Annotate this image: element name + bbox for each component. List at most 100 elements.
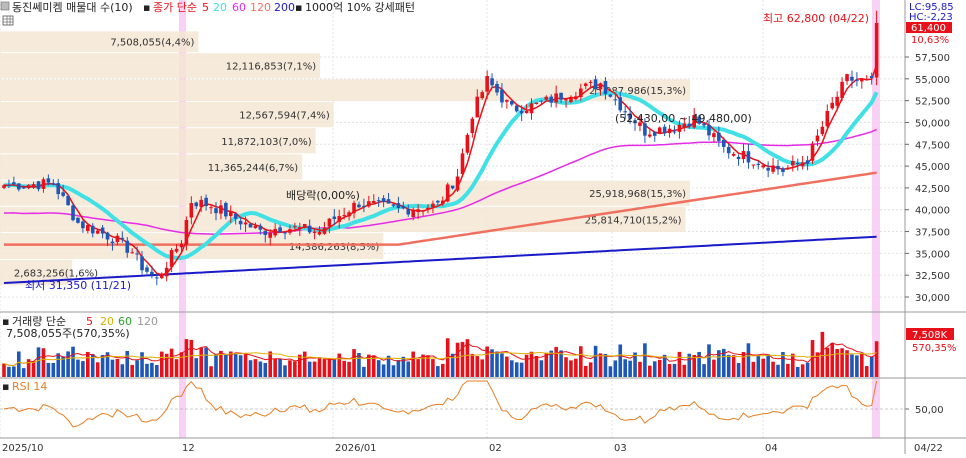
- candle-body: [327, 218, 332, 227]
- candle-body: [657, 127, 662, 134]
- volume-bar: [830, 342, 835, 377]
- volume-bar: [440, 363, 445, 377]
- candle-body: [460, 153, 465, 174]
- candle-body: [751, 164, 756, 166]
- volume-bar: [41, 348, 46, 377]
- last-price: 61,400: [911, 23, 946, 34]
- candle-body: [524, 110, 529, 114]
- volume-bar: [150, 362, 154, 377]
- x-tick-label: 04/22: [914, 443, 943, 454]
- volume-bar: [726, 354, 731, 377]
- volume-bar: [298, 354, 302, 377]
- rsi-legend: ▪ RSI 14: [2, 380, 47, 393]
- volume-bar: [638, 361, 642, 377]
- candle-body: [795, 162, 800, 164]
- rsi-label: RSI 14: [12, 380, 47, 393]
- volume-bar: [791, 353, 795, 377]
- volume-bar: [71, 346, 75, 377]
- volume-bar: [189, 339, 194, 377]
- volume-bar: [702, 364, 706, 377]
- stock-chart: 7,508,055(4,4%)12,116,853(7,1%)25,987,98…: [0, 0, 966, 454]
- volume-bar: [583, 365, 588, 377]
- volume-bar: [667, 364, 672, 377]
- volume-bar: [95, 362, 100, 377]
- candle-body: [603, 81, 608, 95]
- y-tick-label: 40,000: [915, 206, 950, 217]
- candle-body: [800, 162, 805, 167]
- volume-bar: [855, 355, 859, 377]
- candle-body: [470, 118, 475, 134]
- volume-profile-label: 7,508,055(4,4%): [110, 38, 194, 49]
- candle-body: [46, 178, 51, 183]
- candle-body: [544, 96, 549, 100]
- volume-bar: [110, 359, 115, 377]
- volume-bar: [756, 354, 761, 377]
- candle-body: [61, 192, 65, 196]
- volume-bar: [554, 347, 558, 377]
- candle-body: [514, 105, 519, 112]
- volume-bar: [248, 360, 253, 377]
- candle-body: [864, 78, 869, 81]
- candle-body: [869, 76, 874, 79]
- candle-body: [731, 153, 736, 156]
- volume-bar: [495, 351, 499, 377]
- candle-body: [559, 92, 563, 100]
- volume-bar: [31, 361, 36, 377]
- candle-body: [125, 240, 130, 253]
- last-volume: 7,508K: [912, 330, 948, 341]
- candle-body: [505, 100, 509, 102]
- candle-body: [776, 165, 780, 170]
- pattern-label: 1000억 10% 강세패턴: [305, 1, 415, 14]
- candle-body: [21, 187, 26, 189]
- candle-body: [835, 96, 839, 106]
- volume-bar: [273, 358, 277, 377]
- candle-body: [761, 165, 766, 168]
- settings-icon[interactable]: [0, 1, 10, 11]
- volume-bar: [657, 359, 662, 377]
- candle-body: [337, 216, 342, 222]
- grid-toggle-icon[interactable]: [2, 15, 14, 26]
- candle-body: [509, 101, 514, 105]
- candle-body: [219, 205, 223, 214]
- volume-bar: [707, 344, 711, 377]
- candle-body: [16, 183, 21, 190]
- candle-body: [298, 227, 302, 229]
- candle-body: [396, 203, 401, 209]
- candle-body: [677, 124, 682, 132]
- volume-bar: [140, 352, 144, 377]
- candle-body: [238, 220, 243, 225]
- volume-profile-label: 11,872,103(7,0%): [221, 137, 312, 148]
- volume-bar: [746, 343, 751, 377]
- candle-body: [105, 232, 110, 240]
- volume-bar: [233, 354, 238, 377]
- candle-body: [652, 131, 657, 136]
- dividend-annotation: 배당락(0,00%): [286, 189, 360, 202]
- volume-bar: [475, 356, 480, 377]
- volume-bar: [564, 357, 568, 377]
- candle-body: [643, 123, 647, 136]
- y-tick-label: 50,000: [915, 118, 950, 129]
- candle-body: [263, 230, 268, 235]
- volume-bar: [800, 364, 805, 377]
- volume-bar: [874, 341, 879, 377]
- candle-body: [184, 220, 189, 245]
- candle-body: [574, 96, 578, 100]
- candle-body: [288, 229, 292, 233]
- volume-bar: [130, 364, 134, 377]
- candle-body: [56, 183, 61, 195]
- candle-body: [110, 241, 115, 244]
- volume-bar: [751, 361, 756, 377]
- ma60-label: 60: [232, 1, 246, 14]
- volume-bar: [529, 351, 534, 377]
- volume-bar: [652, 361, 657, 377]
- y-tick-label: 57,500: [915, 53, 950, 64]
- volume-bar: [505, 356, 509, 377]
- ma200-label: 200: [274, 1, 295, 14]
- candle-body: [209, 207, 213, 209]
- volume-bar: [712, 359, 716, 377]
- candle-body: [95, 230, 100, 234]
- candle-body: [564, 99, 568, 101]
- candle-body: [781, 168, 785, 172]
- volume-bar: [51, 362, 56, 377]
- candle-body: [120, 237, 125, 239]
